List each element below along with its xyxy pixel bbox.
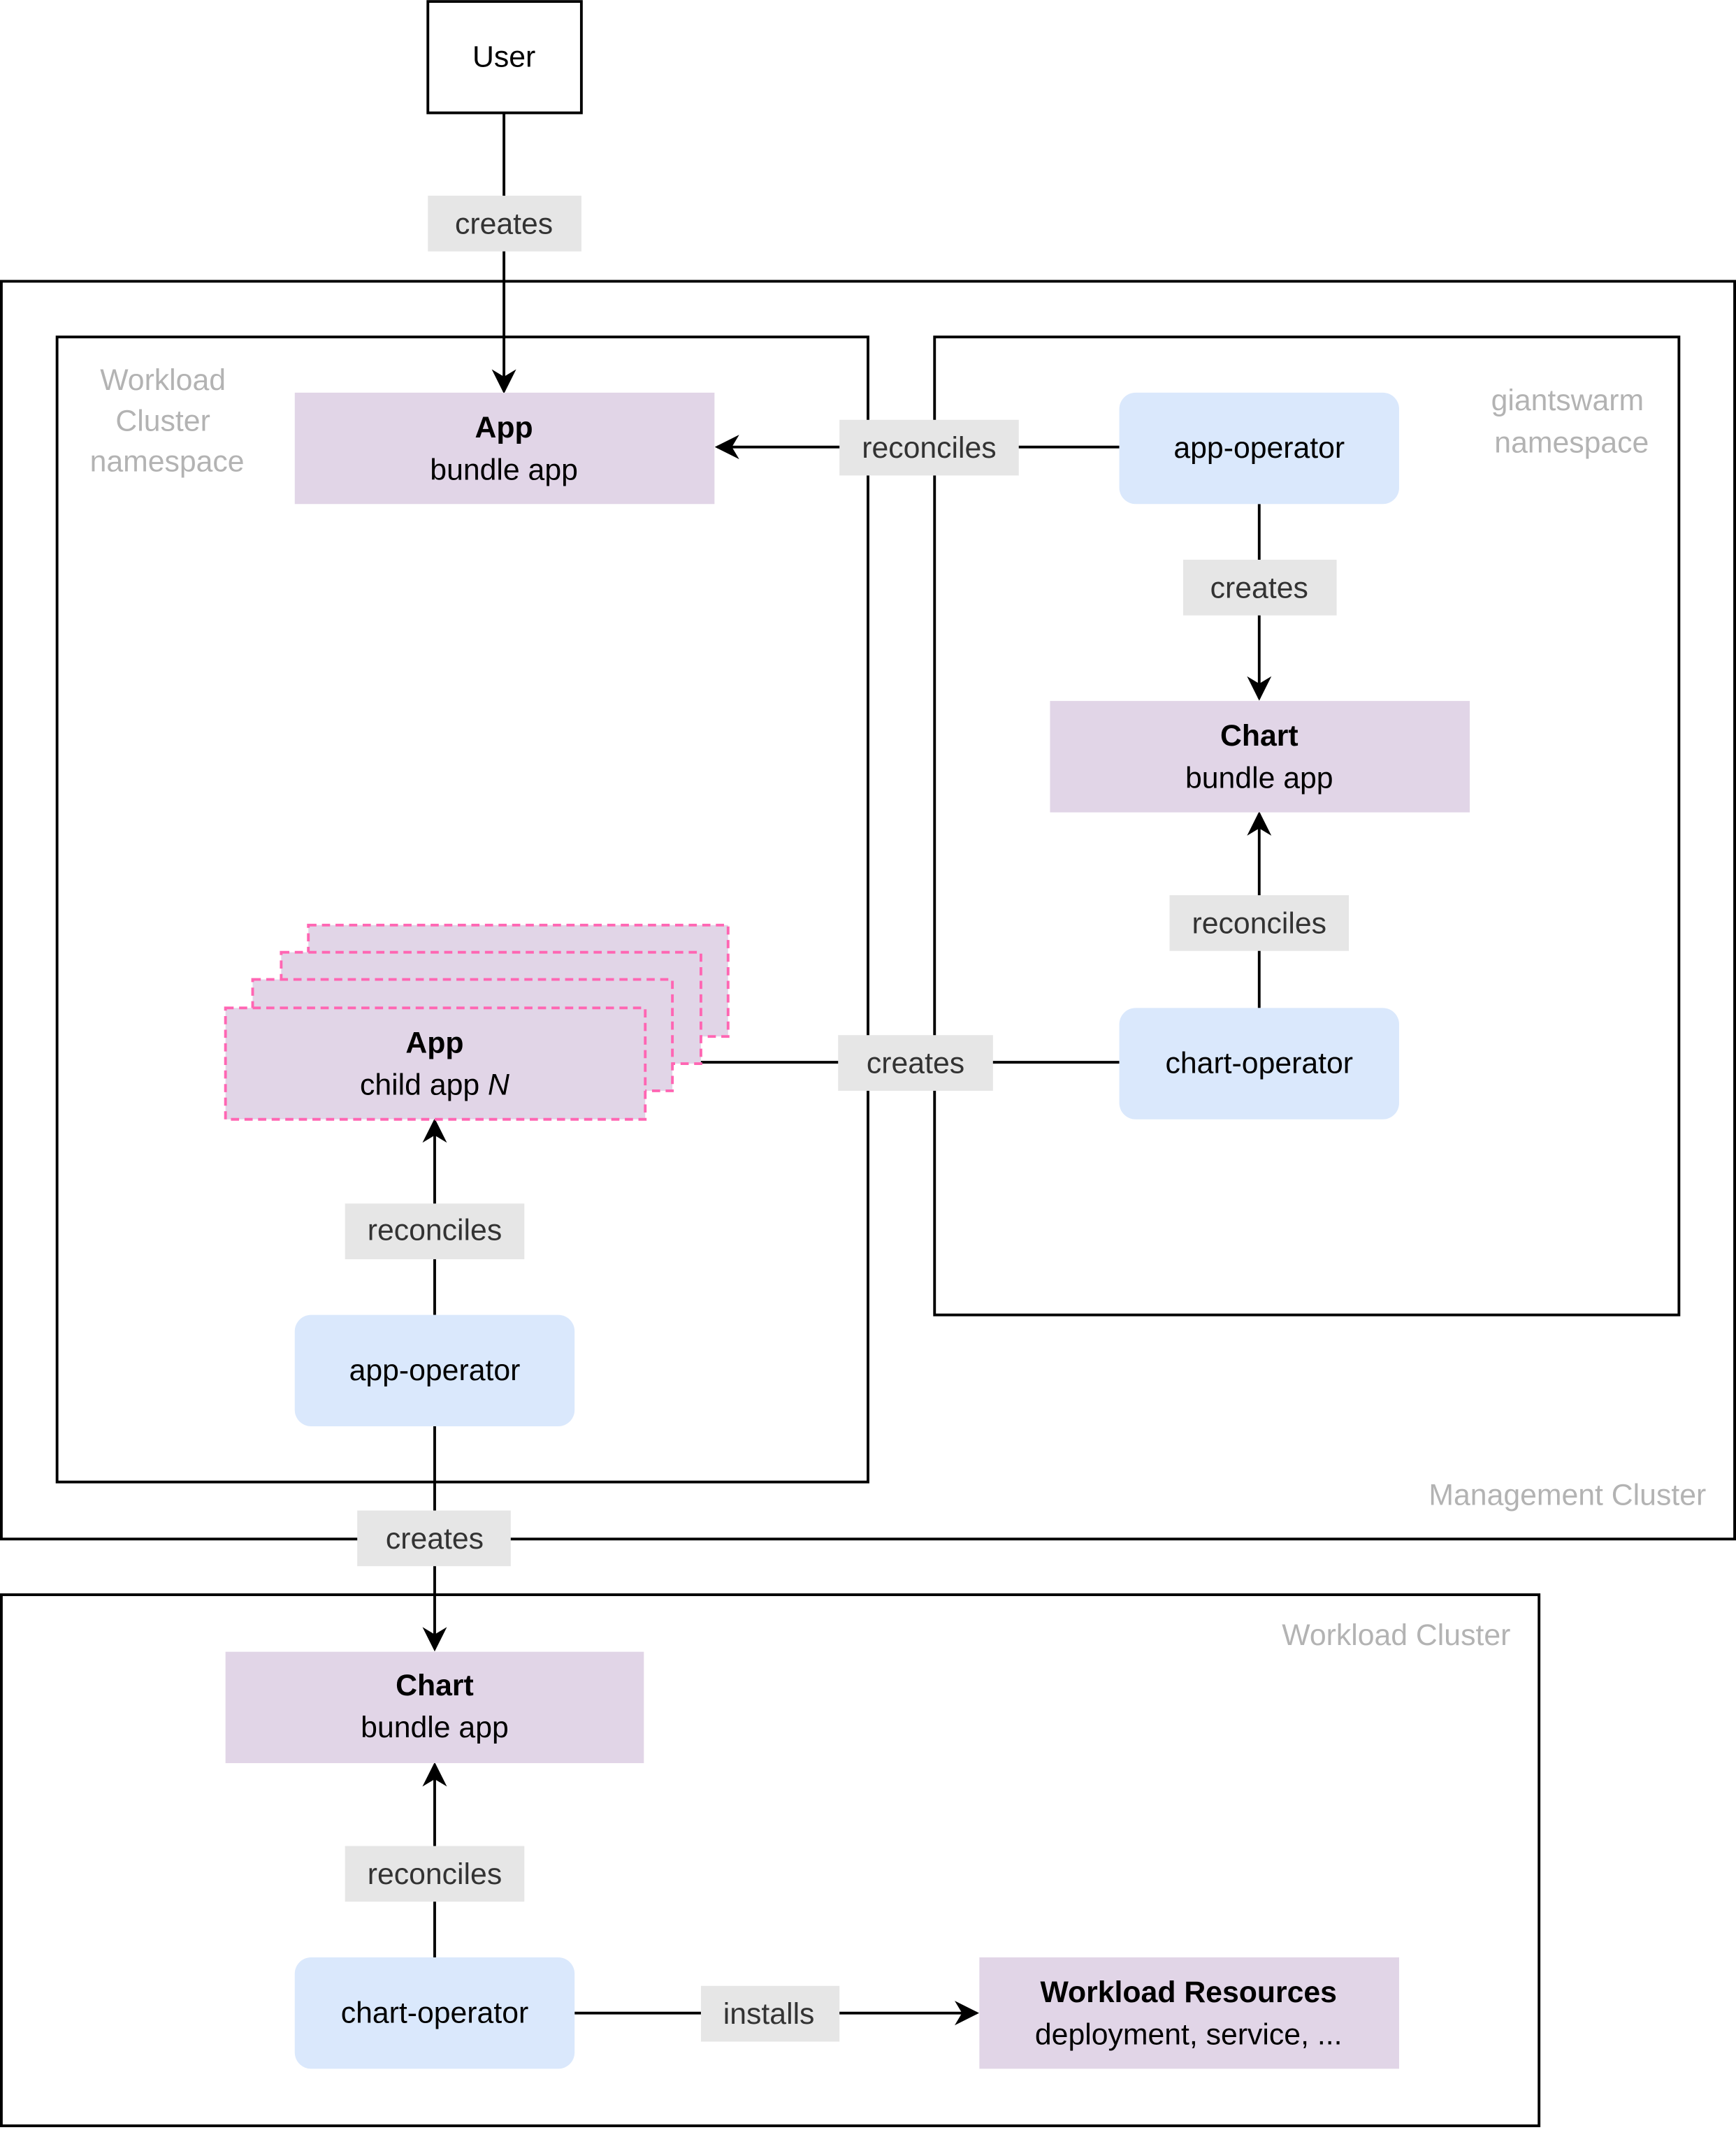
svg-text:reconciles: reconciles (368, 1214, 502, 1247)
chart-operator-workload-node[interactable]: chart-operator (294, 1957, 575, 2069)
chart-bundle-giantswarm-subtitle: bundle app (1185, 761, 1333, 795)
chart-bundle-giantswarm-node[interactable]: Chart bundle app (1050, 701, 1470, 813)
user-node[interactable]: User (426, 0, 583, 115)
app-operator-workload-node[interactable]: app-operator (294, 1314, 575, 1427)
chart-bundle-workload-node[interactable]: Chart bundle app (225, 1651, 644, 1764)
app-operator-giantswarm-node[interactable]: app-operator (1119, 392, 1399, 505)
chart-operator-workload-label: chart-operator (341, 1996, 529, 2029)
child-app-stack[interactable]: App child app N (224, 923, 730, 1121)
svg-text:creates: creates (386, 1522, 484, 1556)
edge-label-chartop-reconciles-chart: reconciles (1169, 895, 1350, 951)
edge-label-chartop-reconciles-chart-wc: reconciles (345, 1846, 525, 1902)
chart-operator-giantswarm-label: chart-operator (1166, 1047, 1354, 1080)
workload-cluster-namespace-container: Workload Cluster namespace (55, 335, 869, 1484)
edge-label-user-creates: creates (428, 196, 581, 252)
edge-label-appop-reconciles: reconciles (839, 419, 1019, 476)
edge-label-chartop-installs: installs (700, 1985, 840, 2042)
svg-text:reconciles: reconciles (368, 1857, 502, 1891)
app-operator-workload-label: app-operator (349, 1354, 521, 1387)
child-app-subtitle: child app N (360, 1068, 509, 1102)
app-bundle-title: App (475, 411, 533, 444)
svg-text:creates: creates (455, 207, 553, 240)
chart-bundle-workload-subtitle: bundle app (361, 1711, 509, 1744)
chart-operator-giantswarm-node[interactable]: chart-operator (1119, 1008, 1399, 1120)
management-cluster-label: Management Cluster (1428, 1479, 1706, 1512)
child-app-title: App (405, 1027, 463, 1060)
workload-resources-subtitle: deployment, service, ... (1035, 2017, 1343, 2051)
chart-bundle-giantswarm-title: Chart (1220, 719, 1299, 753)
workload-cluster-namespace-label: Workload Cluster namespace (90, 363, 245, 479)
svg-text:creates: creates (867, 1047, 964, 1080)
edge-label-chartop-creates-child: creates (838, 1035, 993, 1091)
architecture-diagram: Management Cluster Workload Cluster name… (0, 0, 1736, 2127)
workload-resources-title: Workload Resources (1040, 1976, 1336, 2009)
svg-text:installs: installs (723, 1997, 815, 2031)
giantswarm-namespace-label: giantswarm namespace (1491, 384, 1652, 459)
app-bundle-node[interactable]: App bundle app (294, 392, 715, 505)
app-operator-giantswarm-label: app-operator (1173, 431, 1345, 465)
edge-label-appop-creates-chart-wc: creates (357, 1510, 511, 1567)
chart-bundle-workload-title: Chart (396, 1669, 474, 1702)
workload-cluster-label: Workload Cluster (1282, 1618, 1510, 1652)
edge-label-appop-reconciles-child: reconciles (345, 1203, 525, 1259)
user-label: User (472, 40, 535, 73)
edge-label-appop-creates-chart: creates (1182, 559, 1337, 616)
svg-text:reconciles: reconciles (1192, 906, 1326, 940)
svg-text:creates: creates (1210, 571, 1308, 604)
svg-text:reconciles: reconciles (862, 431, 996, 465)
app-bundle-subtitle: bundle app (430, 453, 578, 486)
workload-resources-node[interactable]: Workload Resources deployment, service, … (979, 1957, 1399, 2069)
child-app-stack-layer-1 (224, 1006, 647, 1121)
